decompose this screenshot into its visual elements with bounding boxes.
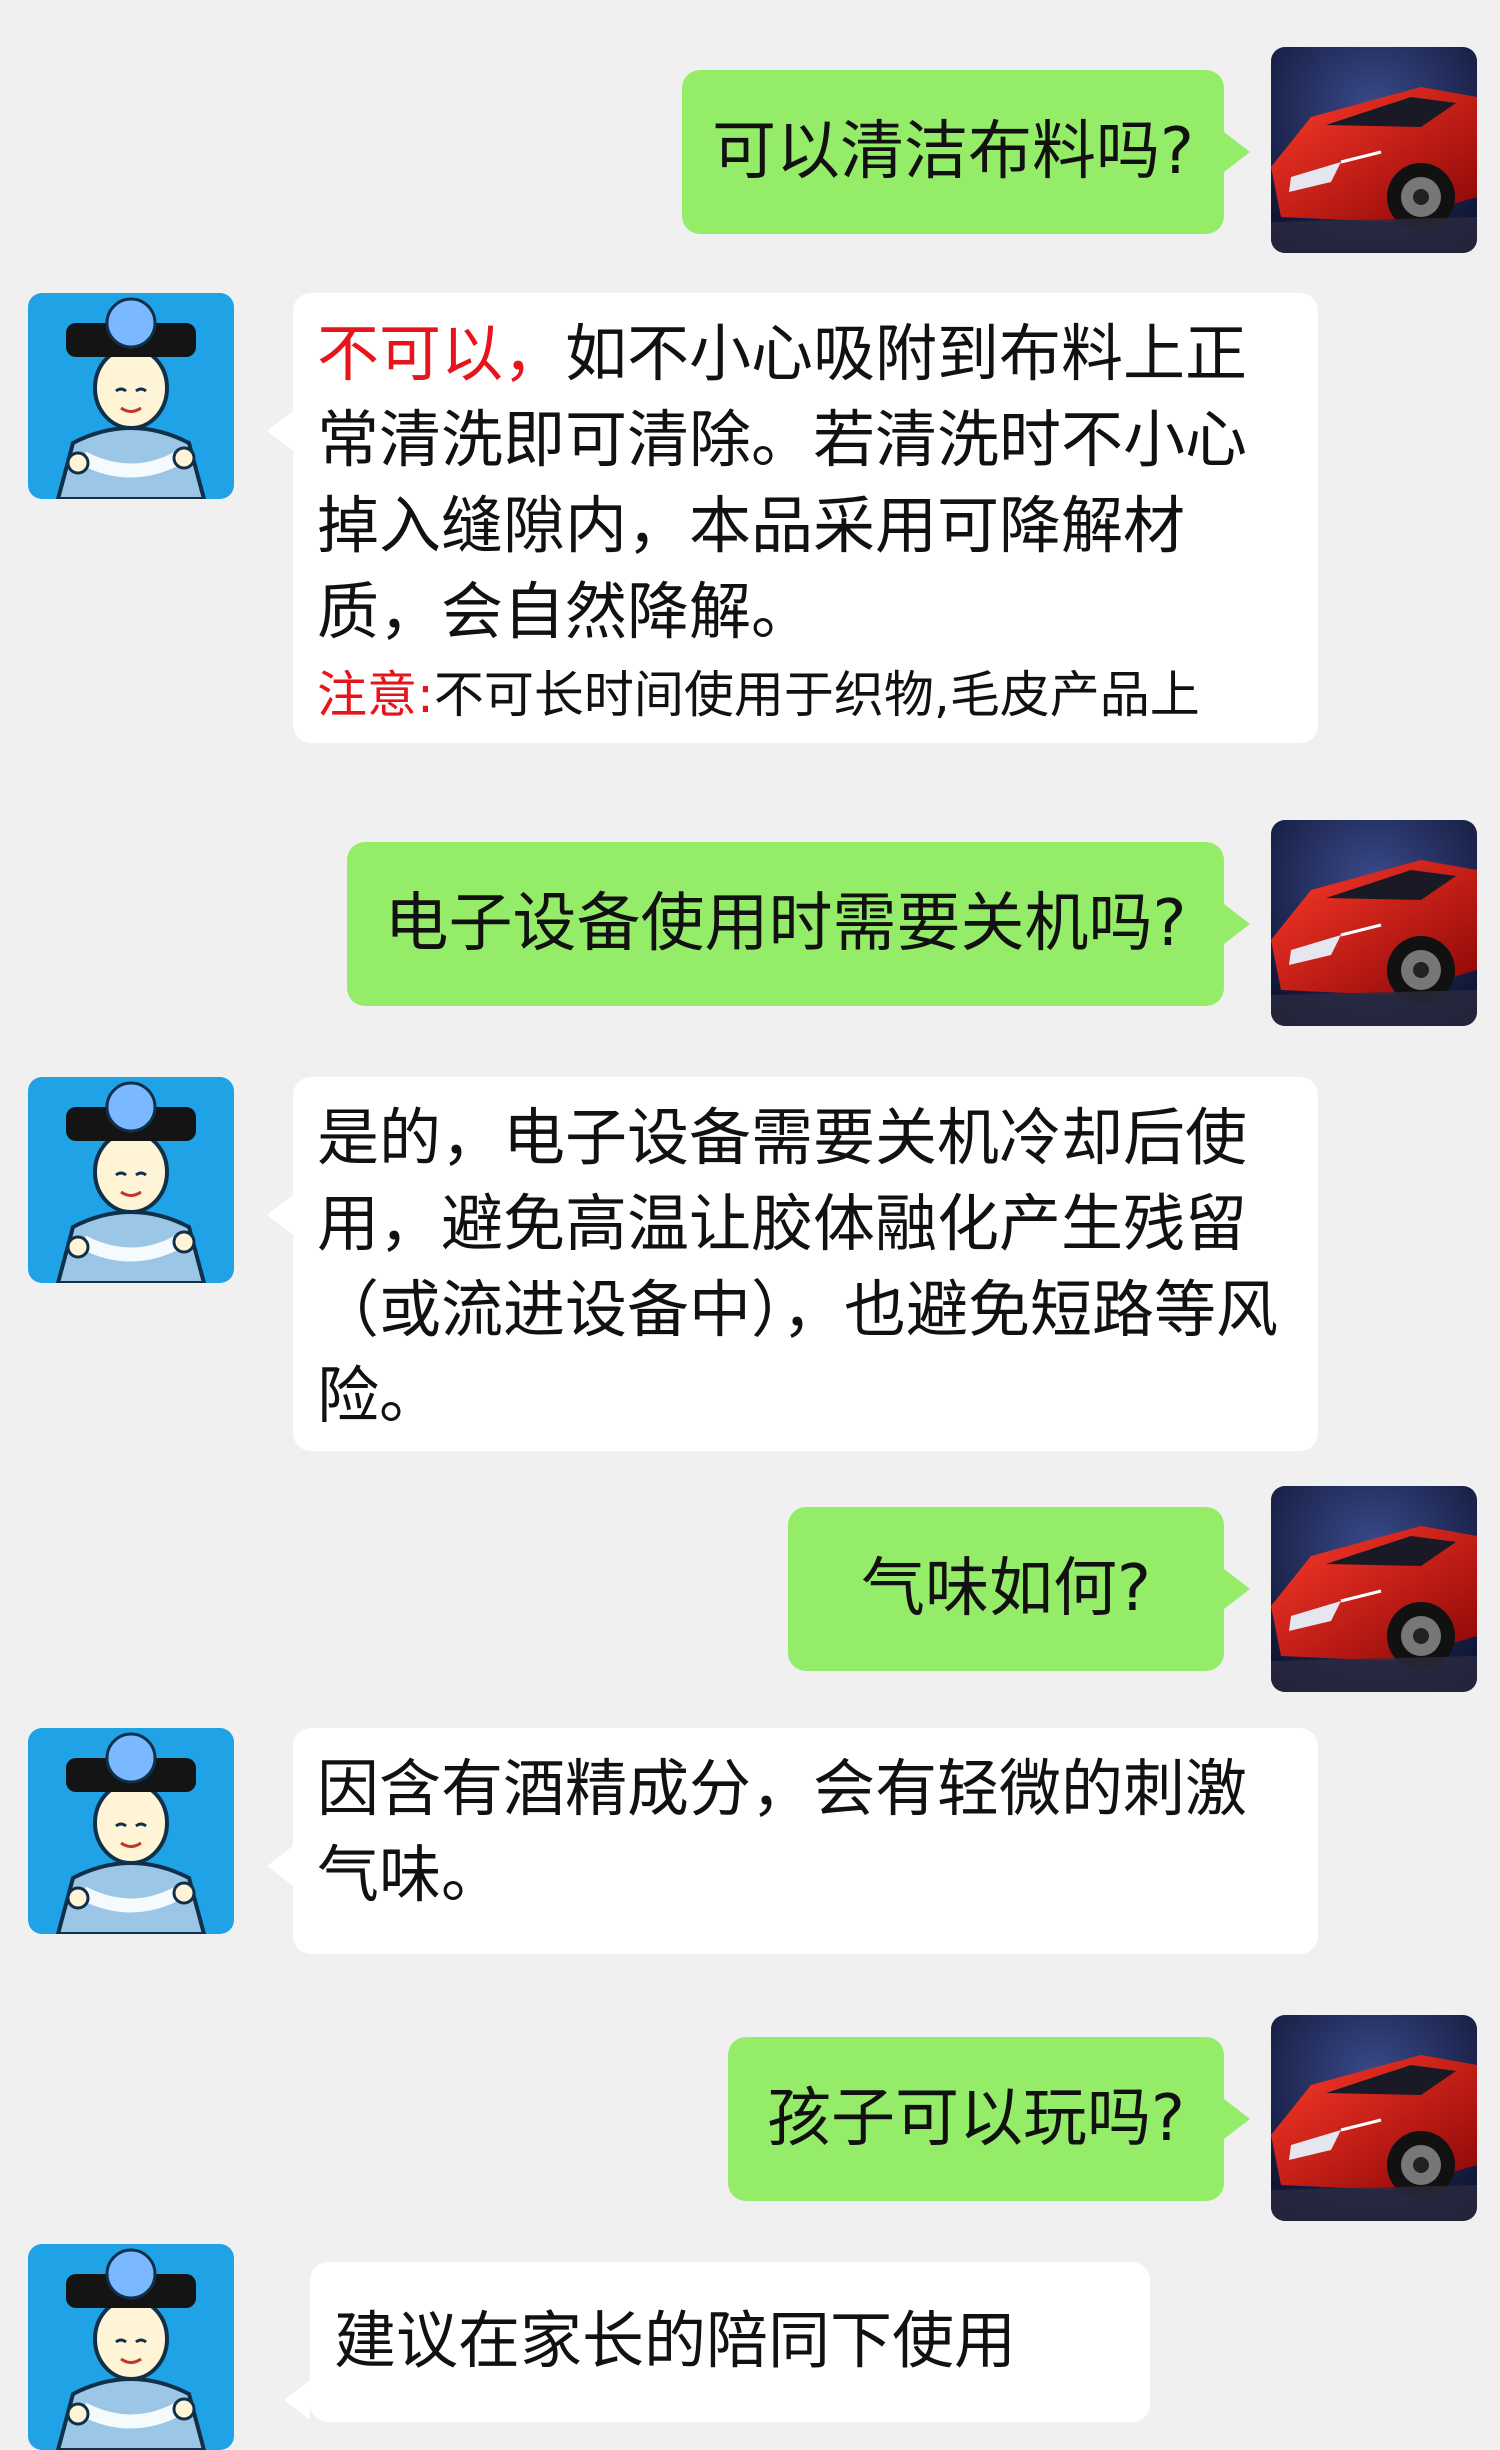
message-note: 注意:不可长时间使用于织物,毛皮产品上 (293, 655, 1318, 735)
incoming-message-bubble[interactable]: 建议在家长的陪同下使用 (284, 2262, 1150, 2422)
message-text: 电子设备使用时需要关机吗? (384, 887, 1187, 961)
message-text: 不可以，如不小心吸附到布料上正常清洗即可清除。若清洗时不小心掉入缝隙内，本品采用… (317, 317, 1248, 648)
message-text: 建议在家长的陪同下使用 (334, 2304, 1017, 2377)
incoming-message-bubble[interactable]: 因含有酒精成分，会有轻微的刺激气味。 (267, 1728, 1318, 1954)
user-avatar-icon[interactable] (1271, 2015, 1477, 2221)
outgoing-message-bubble[interactable]: 电子设备使用时需要关机吗? (347, 842, 1250, 1006)
message-text: 气味如何? (861, 1552, 1151, 1626)
incoming-message-bubble[interactable]: 不可以，如不小心吸附到布料上正常清洗即可清除。若清洗时不小心掉入缝隙内，本品采用… (267, 293, 1318, 743)
bot-avatar-icon[interactable] (28, 1728, 234, 1934)
note-label: 注意: (317, 666, 434, 724)
note-text: 不可长时间使用于织物,毛皮产品上 (433, 666, 1200, 724)
message-text: 可以清洁布料吗? (712, 115, 1194, 189)
outgoing-message-bubble[interactable]: 气味如何? (788, 1507, 1250, 1671)
incoming-message-bubble[interactable]: 是的，电子设备需要关机冷却后使用，避免高温让胶体融化产生残留（或流进设备中），也… (267, 1077, 1318, 1451)
message-lead: 不可以， (317, 317, 566, 390)
user-avatar-icon[interactable] (1271, 820, 1477, 1026)
message-text: 因含有酒精成分，会有轻微的刺激气味。 (317, 1752, 1248, 1911)
outgoing-message-bubble[interactable]: 孩子可以玩吗? (728, 2037, 1250, 2201)
user-avatar-icon[interactable] (1271, 1486, 1477, 1692)
bot-avatar-icon[interactable] (28, 293, 234, 499)
user-avatar-icon[interactable] (1271, 47, 1477, 253)
bot-avatar-icon[interactable] (28, 2244, 234, 2450)
bot-avatar-icon[interactable] (28, 1077, 234, 1283)
message-text: 孩子可以玩吗? (767, 2082, 1185, 2156)
message-text: 是的，电子设备需要关机冷却后使用，避免高温让胶体融化产生残留（或流进设备中），也… (317, 1101, 1279, 1432)
outgoing-message-bubble[interactable]: 可以清洁布料吗? (682, 70, 1250, 234)
